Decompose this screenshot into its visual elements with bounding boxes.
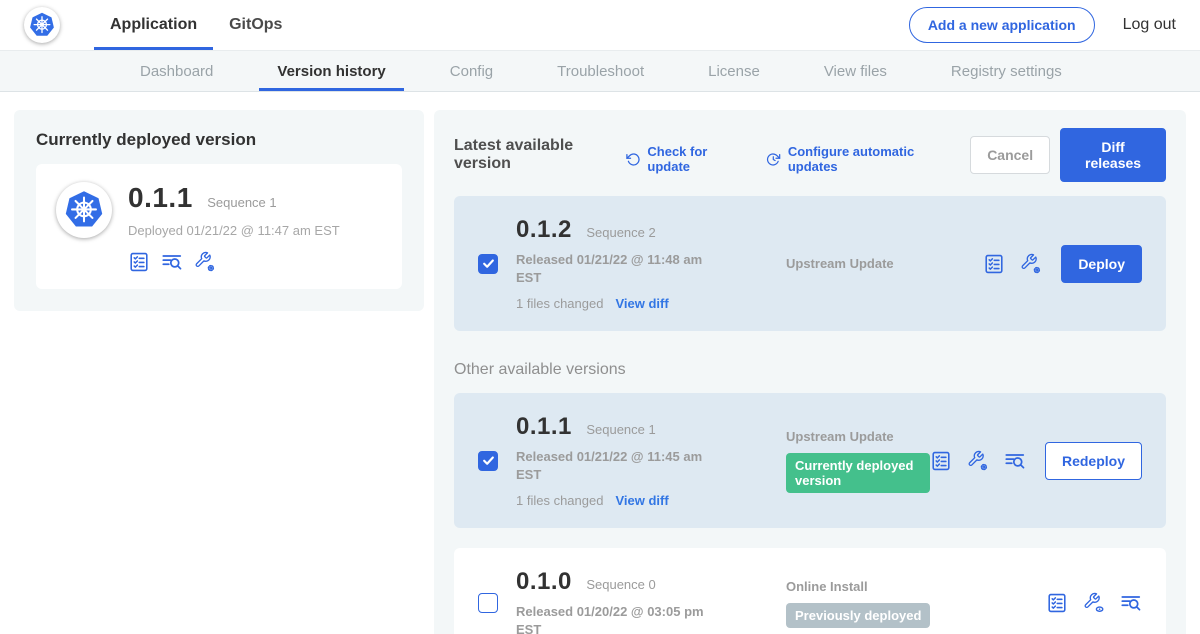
preflight-checks-icon[interactable] — [128, 251, 150, 273]
diff-releases-button[interactable]: Diff releases — [1060, 128, 1166, 182]
version-history-panel: Latest available version Check for updat… — [434, 110, 1186, 634]
version-checkbox[interactable] — [478, 451, 498, 471]
source-label: Upstream Update — [786, 256, 983, 271]
preflight-checks-icon[interactable] — [1046, 592, 1068, 614]
tab-application-label: Application — [110, 16, 197, 34]
other-versions-title: Other available versions — [454, 361, 1166, 379]
version-card-0-1-1: 0.1.1 Sequence 1 Released 01/21/22 @ 11:… — [454, 393, 1166, 528]
files-changed-row: 1 files changed View diff — [516, 296, 728, 311]
sequence-label: Sequence 1 — [586, 422, 655, 437]
redeploy-button[interactable]: Redeploy — [1045, 442, 1142, 480]
currently-deployed-title: Currently deployed version — [36, 130, 402, 150]
version-checkbox[interactable] — [478, 593, 498, 613]
refresh-icon — [626, 151, 641, 168]
subnav-label: Version history — [277, 63, 385, 80]
edit-config-icon[interactable] — [194, 251, 216, 273]
view-files-icon[interactable] — [1120, 592, 1142, 614]
deployed-version-number: 0.1.1 — [128, 182, 193, 213]
version-card-0-1-2: 0.1.2 Sequence 2 Released 01/21/22 @ 11:… — [454, 196, 1166, 331]
subnav-tab-license[interactable]: License — [676, 51, 792, 91]
subnav-label: License — [708, 63, 760, 80]
kubernetes-logo-icon — [24, 7, 60, 43]
deployed-actions — [128, 251, 340, 273]
main-content: Currently deployed version 0 — [0, 92, 1200, 634]
auto-update-clock-icon — [766, 151, 781, 168]
previously-deployed-badge: Previously deployed — [786, 603, 930, 628]
version-number: 0.1.0 — [516, 568, 572, 595]
deploy-button[interactable]: Deploy — [1061, 245, 1142, 283]
app-subnav: Dashboard Version history Config Trouble… — [0, 50, 1200, 92]
subnav-tab-version-history[interactable]: Version history — [245, 51, 417, 91]
header-actions: Add a new application Log out — [909, 0, 1176, 50]
sequence-label: Sequence 2 — [586, 225, 655, 240]
version-source: Online Install Previously deployed — [728, 579, 1046, 628]
subnav-label: Config — [450, 63, 493, 80]
version-number: 0.1.1 — [516, 413, 572, 440]
kubernetes-app-icon — [56, 182, 112, 238]
configure-automatic-updates-link[interactable]: Configure automatic updates — [766, 144, 942, 174]
view-config-icon[interactable] — [1083, 592, 1105, 614]
add-application-button[interactable]: Add a new application — [909, 7, 1095, 43]
version-card-0-1-0: 0.1.0 Sequence 0 Released 01/20/22 @ 03:… — [454, 548, 1166, 634]
currently-deployed-panel: Currently deployed version 0 — [14, 110, 424, 311]
version-actions: Deploy — [983, 245, 1142, 283]
sequence-label: Sequence 0 — [586, 577, 655, 592]
version-info: 0.1.2 Sequence 2 Released 01/21/22 @ 11:… — [516, 216, 728, 311]
cancel-button[interactable]: Cancel — [970, 136, 1050, 174]
latest-version-title: Latest available version — [454, 137, 610, 173]
subnav-tab-config[interactable]: Config — [418, 51, 525, 91]
check-for-update-link[interactable]: Check for update — [626, 144, 738, 174]
subnav-label: Registry settings — [951, 63, 1062, 80]
files-changed-row: 1 files changed View diff — [516, 493, 728, 508]
version-actions — [1046, 592, 1142, 614]
version-source: Upstream Update — [728, 256, 983, 271]
configure-automatic-updates-label: Configure automatic updates — [788, 144, 942, 174]
version-number: 0.1.2 — [516, 216, 572, 243]
subnav-label: Troubleshoot — [557, 63, 644, 80]
released-timestamp: Released 01/21/22 @ 11:45 am EST — [516, 448, 728, 483]
subnav-tab-troubleshoot[interactable]: Troubleshoot — [525, 51, 676, 91]
view-diff-link[interactable]: View diff — [615, 296, 668, 311]
app-header: Application GitOps Add a new application… — [0, 0, 1200, 50]
version-checkbox[interactable] — [478, 254, 498, 274]
deployed-sequence-label: Sequence 1 — [207, 195, 276, 210]
tab-gitops-label: GitOps — [229, 16, 282, 34]
edit-config-icon[interactable] — [967, 450, 989, 472]
view-diff-link[interactable]: View diff — [615, 493, 668, 508]
deployed-version-card: 0.1.1 Sequence 1 Deployed 01/21/22 @ 11:… — [36, 164, 402, 289]
view-files-icon[interactable] — [161, 251, 183, 273]
subnav-label: Dashboard — [140, 63, 213, 80]
checkmark-icon — [482, 257, 495, 270]
currently-deployed-badge: Currently deployed version — [786, 453, 930, 493]
latest-version-header: Latest available version Check for updat… — [454, 128, 1166, 182]
subnav-label: View files — [824, 63, 887, 80]
subnav-tab-dashboard[interactable]: Dashboard — [108, 51, 245, 91]
edit-config-icon[interactable] — [1020, 253, 1042, 275]
source-label: Online Install — [786, 579, 1046, 594]
version-source: Upstream Update Currently deployed versi… — [728, 429, 930, 493]
version-info: 0.1.0 Sequence 0 Released 01/20/22 @ 03:… — [516, 568, 728, 634]
logout-link[interactable]: Log out — [1123, 16, 1176, 34]
subnav-tab-view-files[interactable]: View files — [792, 51, 919, 91]
checkmark-icon — [482, 454, 495, 467]
deployed-timestamp: Deployed 01/21/22 @ 11:47 am EST — [128, 223, 340, 238]
version-info: 0.1.1 Sequence 1 Released 01/21/22 @ 11:… — [516, 413, 728, 508]
subnav-tab-registry-settings[interactable]: Registry settings — [919, 51, 1094, 91]
preflight-checks-icon[interactable] — [983, 253, 1005, 275]
preflight-checks-icon[interactable] — [930, 450, 952, 472]
tab-application[interactable]: Application — [94, 0, 213, 50]
check-for-update-label: Check for update — [647, 144, 738, 174]
tab-gitops[interactable]: GitOps — [213, 0, 298, 50]
app-nav: Application GitOps — [94, 0, 298, 50]
files-changed-label: 1 files changed — [516, 493, 603, 508]
released-timestamp: Released 01/20/22 @ 03:05 pm EST — [516, 603, 728, 634]
released-timestamp: Released 01/21/22 @ 11:48 am EST — [516, 251, 728, 286]
files-changed-label: 1 files changed — [516, 296, 603, 311]
view-files-icon[interactable] — [1004, 450, 1026, 472]
version-actions: Redeploy — [930, 442, 1142, 480]
source-label: Upstream Update — [786, 429, 930, 444]
